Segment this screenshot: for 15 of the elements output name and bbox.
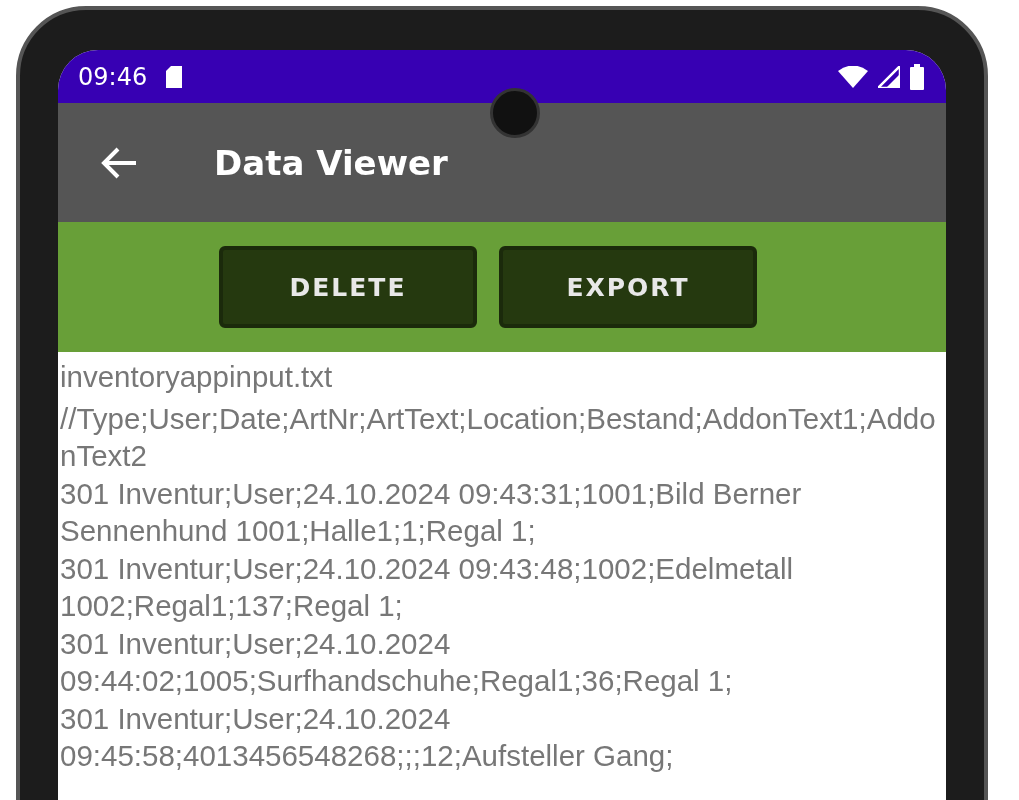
data-line: 301 Inventur;User;24.10.2024 09:44:02;1005;Surfhandschuhe;Regal1;36;Regal 1; xyxy=(60,625,734,699)
back-arrow-icon[interactable] xyxy=(100,145,138,180)
data-line: 301 Inventur;User;24.10.2024 09:43:31;1001;Bild Berner Sennenhund 1001;Halle1;1;Regal 1; xyxy=(60,475,803,549)
data-line: 301 Inventur;User;24.10.2024 09:45:58;4013456548268;;;12;Aufsteller Gang; xyxy=(60,700,675,774)
wifi-icon xyxy=(838,65,868,88)
signal-icon xyxy=(878,65,900,88)
battery-icon xyxy=(910,63,924,90)
toolbar-title: Data Viewer xyxy=(214,142,448,183)
sd-card-icon xyxy=(165,65,184,88)
data-line: 301 Inventur;User;24.10.2024 09:43:48;1002;Edelmetall 1002;Regal1;137;Regal 1; xyxy=(60,550,795,624)
status-time: 09:46 xyxy=(78,62,148,91)
data-line: //Type;User;Date;ArtNr;ArtText;Location;Bestand;AddonText1;AddonText2 xyxy=(60,400,937,474)
delete-button[interactable]: DELETE xyxy=(219,246,477,328)
export-button[interactable]: EXPORT xyxy=(499,246,757,328)
file-name: inventoryappinput.txt xyxy=(60,359,334,395)
